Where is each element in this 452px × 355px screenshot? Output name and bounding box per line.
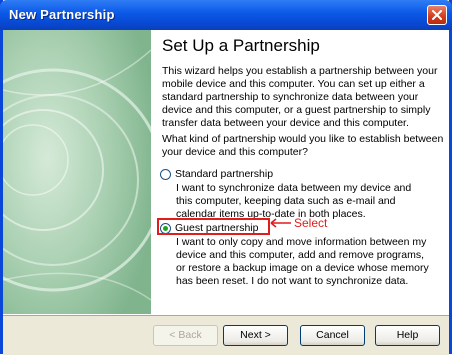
annotation-highlight-box <box>157 218 270 235</box>
close-button[interactable] <box>427 5 447 25</box>
new-partnership-window: New Partnership Set Up a Partnership Thi… <box>0 0 452 355</box>
intro-line: This wizard helps you establish a partne… <box>162 65 438 77</box>
wizard-content: Set Up a Partnership This wizard helps y… <box>3 30 449 314</box>
intro-line: transfer data between your device and th… <box>162 117 409 129</box>
intro-text: This wizard helps you establish a partne… <box>162 65 444 130</box>
question-line: your device and this computer? <box>162 146 308 158</box>
description-line: this computer, keeping data such as e-ma… <box>176 195 396 207</box>
intro-line: standard partnership to synchronize data… <box>162 91 419 103</box>
description-line: or restore a backup image on a device wh… <box>176 262 429 274</box>
wizard-body: Set Up a Partnership This wizard helps y… <box>151 30 449 314</box>
standard-partnership-option[interactable]: Standard partnership <box>160 168 273 180</box>
back-button[interactable]: < Back <box>153 325 218 346</box>
title-bar[interactable]: New Partnership <box>0 0 452 30</box>
button-bar: < Back Next > Cancel Help <box>3 314 449 355</box>
select-annotation: Select <box>270 216 327 230</box>
cancel-button[interactable]: Cancel <box>300 325 365 346</box>
standard-partnership-radio[interactable] <box>160 168 171 180</box>
standard-partnership-label[interactable]: Standard partnership <box>175 168 273 180</box>
decorative-side-panel <box>3 30 151 314</box>
help-button[interactable]: Help <box>375 325 440 346</box>
swirl-graphic-icon <box>3 30 151 314</box>
intro-line: mobile device and this computer. You can… <box>162 78 425 90</box>
close-icon <box>432 10 442 20</box>
description-line: I want to only copy and move information… <box>176 236 427 248</box>
description-line: I want to synchronize data between my de… <box>176 182 412 194</box>
select-annotation-label: Select <box>294 216 328 230</box>
intro-line: device and this computer, or a guest par… <box>162 104 431 116</box>
question-line: What kind of partnership would you like … <box>162 133 444 145</box>
question-text: What kind of partnership would you like … <box>162 133 444 159</box>
page-title: Set Up a Partnership <box>162 36 320 55</box>
description-line: has been reset. I do not want to synchro… <box>176 275 409 287</box>
window-title: New Partnership <box>9 7 115 22</box>
next-button[interactable]: Next > <box>223 325 288 346</box>
left-arrow-icon <box>270 218 291 228</box>
description-line: device and this computer, add and remove… <box>176 249 425 261</box>
guest-partnership-description: I want to only copy and move information… <box>176 236 444 288</box>
